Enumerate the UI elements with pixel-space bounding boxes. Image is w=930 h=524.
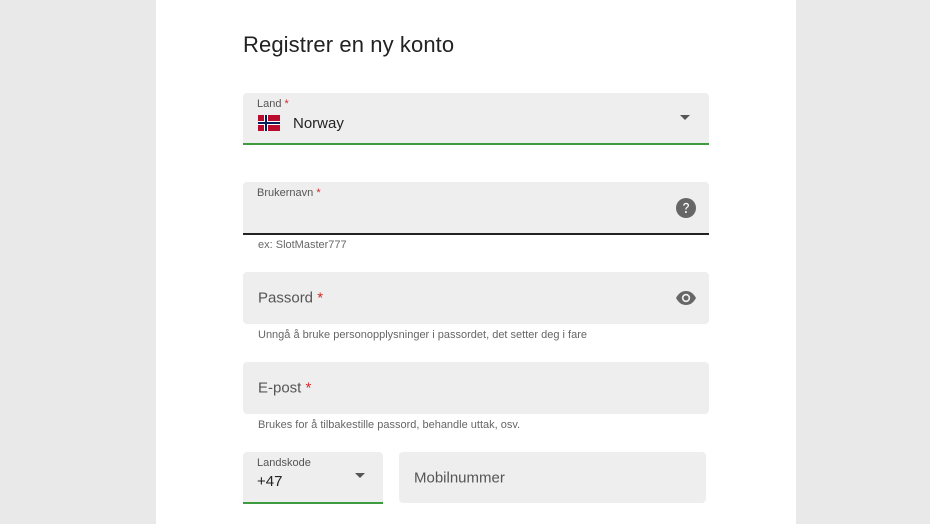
country-label-text: Land <box>257 98 282 110</box>
page-title: Registrer en ny konto <box>243 32 455 57</box>
email-helper: Brukes for å tilbakestille passord, beha… <box>258 419 521 431</box>
password-helper: Unngå å bruke personopplysninger i passo… <box>258 329 587 341</box>
country-code-label: Landskode <box>257 457 311 469</box>
chevron-down-icon[interactable] <box>680 115 690 120</box>
password-label-text: Passord <box>258 289 314 307</box>
country-code-value: +47 <box>257 473 283 490</box>
required-mark: * <box>284 98 289 110</box>
chevron-down-icon[interactable] <box>355 473 365 478</box>
email-field[interactable]: E-post * <box>243 362 709 414</box>
username-label-text: Brukernavn <box>257 187 314 199</box>
password-label: Passord * <box>258 290 323 307</box>
username-field[interactable]: Brukernavn * <box>243 182 709 235</box>
username-helper: ex: SlotMaster777 <box>258 239 347 251</box>
required-mark: * <box>305 379 312 397</box>
country-select[interactable]: Land * Norway <box>243 93 709 145</box>
country-value: Norway <box>293 115 344 132</box>
registration-panel <box>156 0 796 524</box>
username-label: Brukernavn * <box>257 187 321 199</box>
email-label-text: E-post <box>258 379 302 397</box>
email-label: E-post * <box>258 380 311 397</box>
norway-flag-icon <box>258 115 280 131</box>
password-field[interactable]: Passord * <box>243 272 709 324</box>
required-mark: * <box>317 289 324 307</box>
eye-icon[interactable] <box>676 288 696 308</box>
required-mark: * <box>316 187 321 199</box>
mobile-number-label: Mobilnummer <box>414 469 505 486</box>
mobile-number-field[interactable]: Mobilnummer <box>399 452 706 503</box>
country-code-select[interactable]: Landskode +47 <box>243 452 383 504</box>
help-icon[interactable] <box>676 197 696 218</box>
country-label: Land * <box>257 98 289 110</box>
